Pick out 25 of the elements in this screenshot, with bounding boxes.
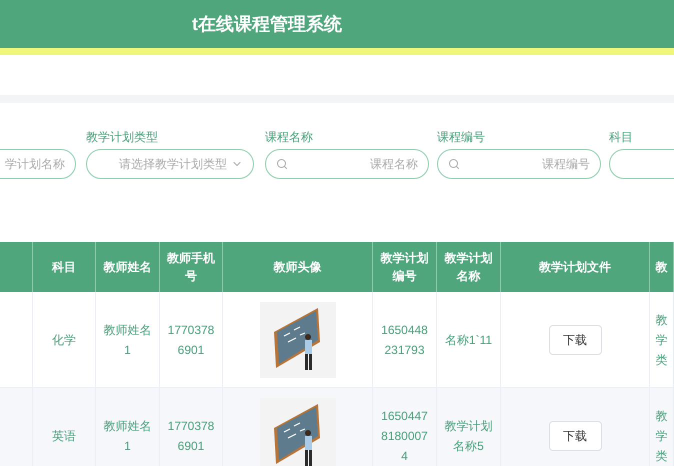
filter-label: 课程编号 [437,130,485,144]
input-field[interactable]: 学计划名称 [0,149,76,179]
table-cell-text: 17703786901 [166,322,216,358]
table-cell-text: 教师姓名1 [102,418,152,454]
app-title: t在线课程管理系统 [192,12,342,36]
table-cell-text: 教学类 [654,312,668,368]
table-cell-text: 名称1`11 [444,332,492,348]
select-field[interactable]: 请选择教学计划类型 [86,149,254,179]
filter-label: 科目 [609,130,633,144]
filter-label: 课程名称 [265,130,313,144]
search-icon [448,158,460,170]
table-cell-text: 教师姓名1 [102,322,152,358]
table-cell-text: 教学类 [654,408,668,464]
table-cell-text: 17703786901 [166,418,216,454]
download-button[interactable]: 下载 [548,324,602,354]
table-cell-text: 1650448231793 [380,322,429,358]
table-cell-text: 165044781800074 [380,408,429,464]
input-field[interactable]: 课程编号 [437,149,601,179]
table-cell-text: 化学 [52,332,76,348]
table-cell-text: 英语 [52,428,76,444]
table-cell-text: 教学计划名称5 [444,418,494,454]
search-icon [276,158,288,170]
filter-label: 教学计划类型 [86,130,158,144]
download-button[interactable]: 下载 [548,420,602,450]
input-field[interactable]: 课程名称 [265,149,429,179]
